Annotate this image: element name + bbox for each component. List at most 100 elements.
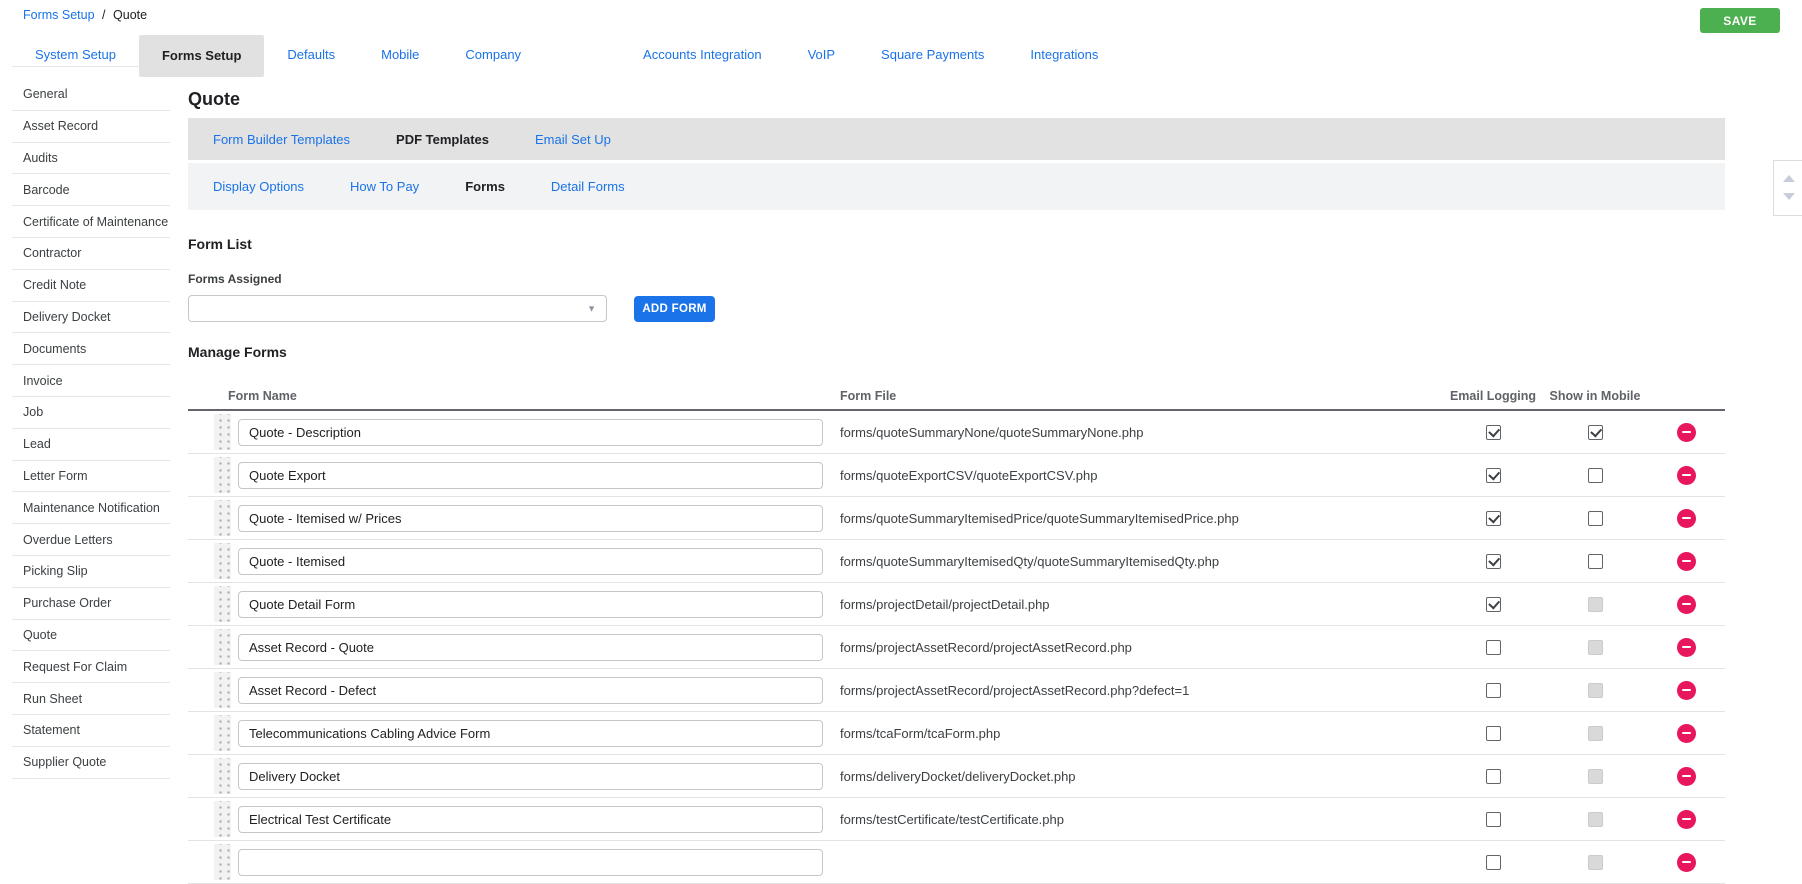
top-bar: Forms Setup / Quote SAVE: [0, 0, 1802, 35]
drag-handle-icon[interactable]: [214, 801, 231, 837]
top-tab[interactable]: Square Payments: [858, 35, 1007, 66]
remove-form-button[interactable]: [1676, 508, 1696, 528]
email-logging-checkbox[interactable]: [1485, 682, 1501, 698]
drag-handle-icon[interactable]: [214, 586, 231, 622]
form-name-input[interactable]: [238, 418, 823, 446]
email-logging-checkbox[interactable]: [1485, 467, 1501, 483]
remove-form-button[interactable]: [1676, 594, 1696, 614]
form-name-input[interactable]: [238, 590, 823, 618]
sidebar-item[interactable]: General: [12, 79, 170, 111]
drag-handle-icon[interactable]: [214, 672, 231, 708]
sidebar-item[interactable]: Credit Note: [12, 270, 170, 302]
drag-handle-icon[interactable]: [214, 457, 231, 493]
sidebar-item[interactable]: Delivery Docket: [12, 302, 170, 334]
remove-form-button[interactable]: [1676, 766, 1696, 786]
pdf-sub-tab[interactable]: How To Pay: [327, 179, 442, 194]
pdf-sub-tab[interactable]: Display Options: [190, 179, 327, 194]
show-in-mobile-checkbox[interactable]: [1587, 467, 1603, 483]
form-name-input[interactable]: [238, 504, 823, 532]
form-name-input[interactable]: [238, 762, 823, 790]
form-file-path: forms/quoteSummaryNone/quoteSummaryNone.…: [840, 424, 1144, 440]
col-email-logging: Email Logging: [1449, 388, 1537, 403]
sidebar-item[interactable]: Supplier Quote: [12, 747, 170, 779]
top-tab[interactable]: Company: [442, 35, 544, 66]
email-logging-checkbox[interactable]: [1485, 811, 1501, 827]
forms-assigned-dropdown[interactable]: ▼: [188, 295, 607, 322]
sidebar-item[interactable]: Lead: [12, 429, 170, 461]
email-logging-checkbox[interactable]: [1485, 725, 1501, 741]
save-button[interactable]: SAVE: [1700, 8, 1780, 33]
show-in-mobile-checkbox[interactable]: [1587, 510, 1603, 526]
sidebar-item[interactable]: Picking Slip: [12, 556, 170, 588]
pdf-sub-tab[interactable]: Detail Forms: [528, 179, 648, 194]
email-logging-checkbox[interactable]: [1485, 596, 1501, 612]
email-logging-checkbox[interactable]: [1485, 424, 1501, 440]
form-list-controls: ▼ ADD FORM: [188, 295, 1725, 322]
remove-form-button[interactable]: [1676, 680, 1696, 700]
template-tab[interactable]: Form Builder Templates: [190, 132, 373, 147]
drag-handle-icon[interactable]: [214, 414, 231, 450]
remove-form-button[interactable]: [1676, 723, 1696, 743]
sidebar-item[interactable]: Invoice: [12, 365, 170, 397]
sidebar-item[interactable]: Overdue Letters: [12, 524, 170, 556]
remove-form-button[interactable]: [1676, 422, 1696, 442]
sidebar-item[interactable]: Audits: [12, 143, 170, 175]
sidebar-item[interactable]: Statement: [12, 715, 170, 747]
top-tab[interactable]: Mobile: [358, 35, 442, 66]
drag-handle-icon[interactable]: [214, 844, 231, 880]
top-tab[interactable]: Defaults: [264, 35, 358, 66]
form-name-input[interactable]: [238, 676, 823, 704]
form-name-input[interactable]: [238, 461, 823, 489]
remove-form-button[interactable]: [1676, 637, 1696, 657]
form-name-input[interactable]: [238, 633, 823, 661]
email-logging-checkbox[interactable]: [1485, 553, 1501, 569]
email-logging-checkbox[interactable]: [1485, 768, 1501, 784]
drag-handle-icon[interactable]: [214, 715, 231, 751]
sidebar-item[interactable]: Documents: [12, 333, 170, 366]
form-file-path: forms/deliveryDocket/deliveryDocket.php: [840, 768, 1076, 784]
sidebar-item[interactable]: Barcode: [12, 174, 170, 207]
sidebar-item[interactable]: Purchase Order: [12, 588, 170, 620]
drag-handle-icon[interactable]: [214, 758, 231, 794]
template-tab[interactable]: PDF Templates: [373, 132, 512, 147]
top-tab[interactable]: VoIP: [785, 35, 858, 66]
email-logging-checkbox[interactable]: [1485, 854, 1501, 870]
form-name-input[interactable]: [238, 719, 823, 747]
top-tab[interactable]: Forms Setup: [138, 35, 265, 77]
sidebar-item[interactable]: Letter Form: [12, 461, 170, 493]
sidebar-item[interactable]: Certificate of Maintenance: [12, 206, 170, 238]
sidebar-item[interactable]: Maintenance Notification: [12, 492, 170, 525]
sidebar-item[interactable]: Contractor: [12, 238, 170, 270]
remove-form-button[interactable]: [1676, 852, 1696, 872]
drag-handle-icon[interactable]: [214, 543, 231, 579]
add-form-button[interactable]: ADD FORM: [634, 295, 715, 322]
sidebar-item[interactable]: Asset Record: [12, 111, 170, 143]
drag-handle-icon[interactable]: [214, 500, 231, 536]
top-tab-bar: System Setup Forms Setup Defaults Mobile Com…: [0, 35, 1802, 77]
form-name-input[interactable]: [238, 805, 823, 833]
sidebar-item[interactable]: Run Sheet: [12, 683, 170, 715]
drag-handle-icon[interactable]: [214, 629, 231, 665]
top-tab[interactable]: Integrations: [1007, 35, 1121, 66]
template-tab[interactable]: Email Set Up: [512, 132, 634, 147]
top-tab[interactable]: System Setup: [12, 35, 139, 66]
email-logging-checkbox[interactable]: [1485, 510, 1501, 526]
remove-form-button[interactable]: [1676, 551, 1696, 571]
pdf-sub-tab[interactable]: Forms: [442, 179, 528, 194]
breadcrumb-link[interactable]: Forms Setup: [23, 8, 95, 22]
sidebar-item[interactable]: Request For Claim: [12, 651, 170, 684]
form-list-heading: Form List: [188, 236, 252, 252]
show-in-mobile-checkbox[interactable]: [1587, 424, 1603, 440]
sidebar-item[interactable]: Job: [12, 397, 170, 429]
remove-form-button[interactable]: [1676, 465, 1696, 485]
sidebar-list: General Asset Record Audits Barcode Certific…: [12, 66, 170, 779]
show-in-mobile-checkbox[interactable]: [1587, 553, 1603, 569]
main-panel: Quote Form Builder Templates PDF Template…: [188, 66, 1725, 884]
remove-form-button[interactable]: [1676, 809, 1696, 829]
form-name-input[interactable]: [238, 848, 823, 876]
breadcrumb-current: Quote: [113, 8, 148, 22]
email-logging-checkbox[interactable]: [1485, 639, 1501, 655]
sidebar-item[interactable]: Quote: [12, 620, 170, 652]
top-tab[interactable]: Accounts Integration: [620, 35, 785, 66]
form-name-input[interactable]: [238, 547, 823, 575]
